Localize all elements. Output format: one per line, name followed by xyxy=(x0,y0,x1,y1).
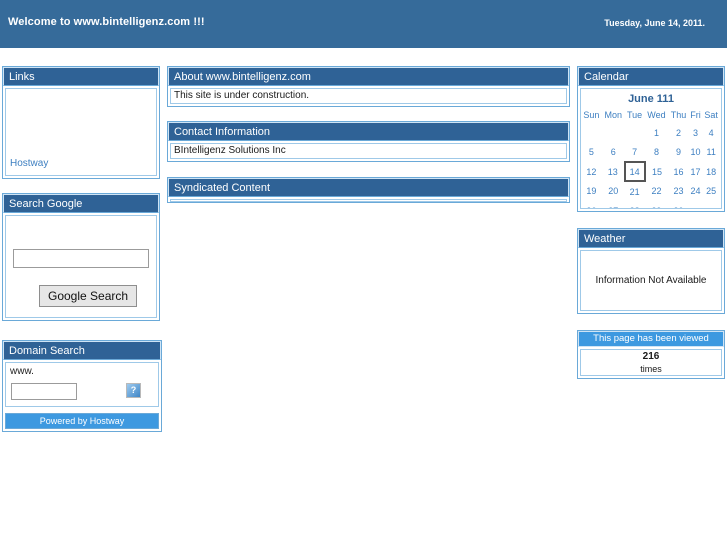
calendar-day-3[interactable]: 3 xyxy=(689,123,703,142)
about-panel-body: This site is under construction. xyxy=(170,88,567,104)
calendar-weekday-wed: Wed xyxy=(647,110,666,120)
weather-status-text: Information Not Available xyxy=(595,275,707,286)
calendar-panel: Calendar June 111 Sun Mon Tue Wed Thu Fri Sat … xyxy=(577,66,725,212)
contact-panel: Contact Information BIntelligenz Solutio… xyxy=(167,121,570,162)
calendar-day-2[interactable]: 2 xyxy=(668,123,688,142)
calendar-day-15[interactable]: 15 xyxy=(645,162,669,181)
search-google-panel: Search Google Google Search xyxy=(2,193,160,321)
syndicated-content-body xyxy=(170,199,567,202)
page-banner: Welcome to www.bintelligenz.com !!! Tues… xyxy=(0,0,727,48)
calendar-day-25[interactable]: 25 xyxy=(702,181,720,201)
calendar-day-9[interactable]: 9 xyxy=(668,142,688,162)
calendar-day-19[interactable]: 19 xyxy=(581,181,602,201)
calendar-day-24[interactable]: 24 xyxy=(689,181,703,201)
calendar-week-row: 1234 xyxy=(581,123,720,142)
powered-by-hostway-bar[interactable]: Powered by Hostway xyxy=(5,413,159,429)
calendar-weekday-fri: Fri xyxy=(690,110,701,120)
calendar-day-26[interactable]: 26 xyxy=(581,201,602,209)
calendar-day-today[interactable]: 14 xyxy=(623,161,646,182)
weather-panel-title: Weather xyxy=(578,229,724,248)
calendar-panel-title: Calendar xyxy=(578,67,724,86)
calendar-day-17[interactable]: 17 xyxy=(689,162,703,181)
calendar-empty-cell xyxy=(602,123,625,142)
calendar-empty-cell xyxy=(625,123,645,142)
calendar-weekday-row: Sun Mon Tue Wed Thu Fri Sat xyxy=(581,108,720,123)
about-panel: About www.bintelligenz.com This site is … xyxy=(167,66,570,107)
search-google-body: Google Search xyxy=(5,215,157,318)
calendar-day-20[interactable]: 20 xyxy=(602,181,625,201)
domain-search-input[interactable] xyxy=(11,383,77,400)
domain-search-title: Domain Search xyxy=(3,341,161,360)
calendar-day-21[interactable]: 21 xyxy=(625,181,645,201)
calendar-weekday-sun: Sun xyxy=(583,110,600,120)
calendar-empty-cell xyxy=(581,123,602,142)
weather-panel-body: Information Not Available xyxy=(580,250,722,311)
calendar-day-30[interactable]: 30 xyxy=(668,201,688,209)
contact-panel-title: Contact Information xyxy=(168,122,569,141)
calendar-day-18[interactable]: 18 xyxy=(702,162,720,181)
banner-date: Tuesday, June 14, 2011. xyxy=(604,18,705,28)
link-item-hostway[interactable]: Hostway xyxy=(10,158,48,169)
links-panel-body: Hostway xyxy=(5,88,157,176)
calendar-day-11[interactable]: 11 xyxy=(702,142,720,162)
calendar-day-12[interactable]: 12 xyxy=(581,162,602,181)
calendar-day-22[interactable]: 22 xyxy=(645,181,669,201)
calendar-week-row: 12 13 14 15 16 17 18 xyxy=(581,161,720,182)
calendar-day-1[interactable]: 1 xyxy=(645,123,669,142)
domain-search-body: www. ? xyxy=(5,362,159,407)
calendar-empty-cell xyxy=(702,201,720,208)
calendar-day-23[interactable]: 23 xyxy=(668,181,688,201)
calendar-day-28[interactable]: 28 xyxy=(625,201,645,209)
calendar-day-29[interactable]: 29 xyxy=(645,201,669,209)
page-counter-panel: This page has been viewed 216 times xyxy=(577,330,725,379)
page-counter-title: This page has been viewed xyxy=(578,331,724,347)
links-panel: Links Hostway xyxy=(2,66,160,179)
calendar-weekday-mon: Mon xyxy=(604,110,623,120)
calendar-table: June 111 Sun Mon Tue Wed Thu Fri Sat 123456789… xyxy=(581,89,721,209)
domain-search-panel: Domain Search www. ? Powered by Hostway xyxy=(2,340,162,432)
calendar-day-4[interactable]: 4 xyxy=(702,123,720,142)
contact-panel-body: BIntelligenz Solutions Inc xyxy=(170,143,567,159)
page-counter-unit: times xyxy=(640,364,662,374)
banner-title: Welcome to www.bintelligenz.com !!! xyxy=(8,16,205,28)
calendar-day-7[interactable]: 7 xyxy=(625,142,645,162)
calendar-week-row: 2627282930 xyxy=(581,201,720,209)
page-counter-value: 216 xyxy=(642,351,660,362)
broken-image-icon[interactable]: ? xyxy=(126,383,141,398)
calendar-day-13[interactable]: 13 xyxy=(602,162,625,181)
links-panel-title: Links xyxy=(3,67,159,86)
calendar-weekday-thu: Thu xyxy=(670,110,687,120)
syndicated-content-title: Syndicated Content xyxy=(168,178,569,197)
calendar-day-6[interactable]: 6 xyxy=(602,142,625,162)
calendar-day-16[interactable]: 16 xyxy=(668,162,688,181)
calendar-day-5[interactable]: 5 xyxy=(581,142,602,162)
calendar-empty-cell xyxy=(689,201,703,208)
search-google-title: Search Google xyxy=(3,194,159,213)
www-prefix-label: www. xyxy=(10,366,34,377)
calendar-days: 1 2 3 4 5 6 7 8 9 10 11 12 13 14 15 16 17 18 19 20 21 22 23 24 2… xyxy=(581,123,720,209)
calendar-weekday-tue: Tue xyxy=(627,110,643,120)
calendar-week-row: 5 6 7 8 9 10 11 xyxy=(581,142,720,162)
syndicated-content-panel: Syndicated Content xyxy=(167,177,570,203)
calendar-panel-body: June 111 Sun Mon Tue Wed Thu Fri Sat 123456789… xyxy=(580,88,722,209)
calendar-day-10[interactable]: 10 xyxy=(689,142,703,162)
broken-image-glyph: ? xyxy=(130,385,137,395)
calendar-weekday-sat: Sat xyxy=(704,110,718,120)
google-search-input[interactable] xyxy=(13,249,149,268)
calendar-day-27[interactable]: 27 xyxy=(602,201,625,209)
page-counter-body: 216 times xyxy=(580,349,722,376)
weather-panel: Weather Information Not Available xyxy=(577,228,725,314)
calendar-day-8[interactable]: 8 xyxy=(645,142,669,162)
calendar-caption: June 111 xyxy=(628,93,674,105)
calendar-week-row: 19 20 21 22 23 24 25 xyxy=(581,181,720,201)
about-panel-title: About www.bintelligenz.com xyxy=(168,67,569,86)
google-search-button[interactable]: Google Search xyxy=(39,285,138,307)
